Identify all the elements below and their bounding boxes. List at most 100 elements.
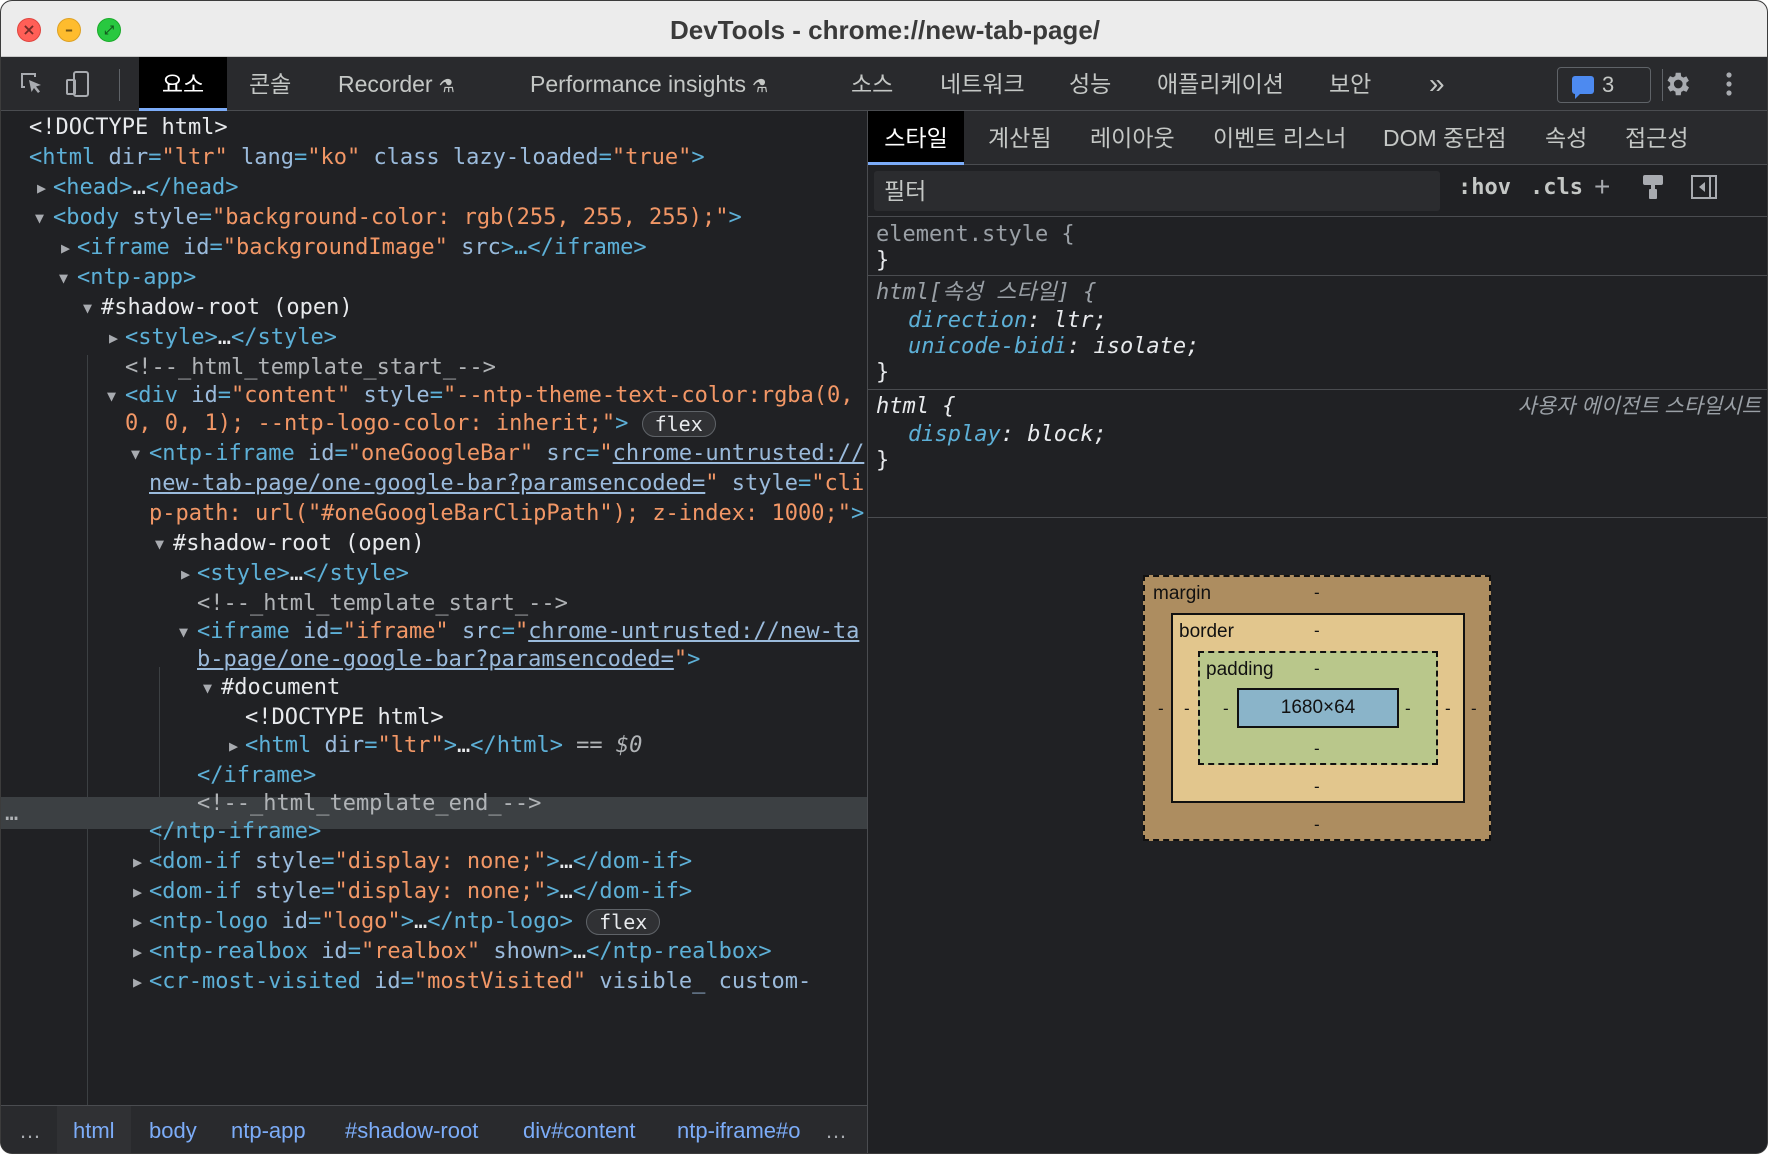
breadcrumb-item-body[interactable]: body [149,1118,197,1144]
tab-dom-breakpoints[interactable]: DOM 중단점 [1383,111,1507,165]
tree-line-head[interactable]: <head>…</head> [53,173,238,203]
expand-arrow-icon[interactable]: ▶ [61,233,70,263]
tree-line-document[interactable]: #document [221,673,340,703]
expand-arrow-icon[interactable]: ▶ [181,559,190,589]
tree-line-iframe-cont[interactable]: b-page/one-google-bar?paramsencoded="> [197,645,700,675]
src-link[interactable]: new-tab-page/one-google-bar?paramsencode… [149,471,705,496]
margin-right-value[interactable]: - [1471,699,1477,719]
expand-arrow-icon[interactable]: ▶ [133,967,142,997]
tree-line-ntp-iframe[interactable]: <ntp-iframe id="oneGoogleBar" src="chrom… [149,439,864,469]
breadcrumb-item-html[interactable]: html [57,1106,131,1153]
tree-line-ntp-iframe-cont[interactable]: new-tab-page/one-google-bar?paramsencode… [149,469,864,499]
collapse-arrow-icon[interactable]: ▼ [155,529,164,559]
padding-left-value[interactable]: - [1223,699,1229,719]
breadcrumb-item-shadow-root[interactable]: #shadow-root [345,1118,478,1144]
inspect-element-icon[interactable] [17,70,47,100]
margin-top-value[interactable]: - [1314,583,1320,603]
border-left-value[interactable]: - [1184,699,1190,719]
tree-line-dom-if-2[interactable]: <dom-if style="display: none;">…</dom-if… [149,877,692,907]
new-style-rule-icon[interactable]: + [1594,171,1610,203]
tree-line-ntp-iframe-close[interactable]: </ntp-iframe> [149,817,321,847]
breadcrumb-item-ntp-app[interactable]: ntp-app [231,1118,306,1144]
src-link[interactable]: chrome-untrusted://new-ta [528,619,859,644]
tab-properties[interactable]: 속성 [1545,111,1587,165]
expand-arrow-icon[interactable]: ▶ [109,323,118,353]
collapse-arrow-icon[interactable]: ▼ [107,381,116,411]
border-right-value[interactable]: - [1445,699,1451,719]
rule-html-attributes[interactable]: html[속성 스타일] { direction: ltr; unicode-b… [868,277,1767,387]
toggle-sidebar-icon[interactable] [1690,173,1718,208]
tree-line-iframe-close[interactable]: </iframe> [197,761,316,791]
collapse-arrow-icon[interactable]: ▼ [83,293,92,323]
tab-security[interactable]: 보안 [1329,57,1371,111]
tab-application[interactable]: 애플리케이션 [1157,57,1284,111]
tab-styles[interactable]: 스타일 [868,111,964,165]
rule-element-style[interactable]: element.style { } [868,217,1767,275]
collapse-arrow-icon[interactable]: ▼ [179,617,188,647]
issues-counter-button[interactable]: 3 [1557,67,1651,103]
tree-line-iframe-bg[interactable]: <iframe id="backgroundImage" src>…</ifra… [77,233,647,263]
styles-filter-input[interactable]: 필터 [874,171,1440,211]
tree-line-div-content[interactable]: <div id="content" style="--ntp-theme-tex… [125,381,854,411]
decl-direction[interactable]: direction: ltr; [908,307,1107,335]
tree-line-doctype-2[interactable]: <!DOCTYPE html> [245,703,444,733]
tab-elements[interactable]: 요소 [139,57,227,111]
tree-line-html[interactable]: <html dir="ltr" lang="ko" class lazy-loa… [29,143,705,173]
tab-recorder[interactable]: Recorder ⚗ [338,57,455,111]
collapse-arrow-icon[interactable]: ▼ [35,203,44,233]
tree-line-style-2[interactable]: <style>…</style> [197,559,409,589]
tab-performance-insights[interactable]: Performance insights ⚗ [530,57,768,111]
flex-badge[interactable]: flex [586,909,661,935]
expand-arrow-icon[interactable]: ▶ [133,847,142,877]
expand-arrow-icon[interactable]: ▶ [133,937,142,967]
settings-gear-icon[interactable] [1662,69,1692,99]
tab-console[interactable]: 콘솔 [249,57,291,111]
padding-top-value[interactable]: - [1314,659,1320,679]
border-bottom-value[interactable]: - [1314,777,1320,797]
kebab-menu-icon[interactable] [1719,70,1739,100]
src-link[interactable]: chrome-untrusted:// [613,441,865,466]
tree-line-doctype[interactable]: <!DOCTYPE html> [29,113,228,143]
decl-display[interactable]: display: block; [908,421,1107,449]
breadcrumb-scroll-left[interactable]: … [19,1118,41,1144]
expand-arrow-icon[interactable]: ▶ [133,907,142,937]
padding-bottom-value[interactable]: - [1314,739,1320,759]
collapse-arrow-icon[interactable]: ▼ [131,439,140,469]
tree-line-style[interactable]: <style>…</style> [125,323,337,353]
breadcrumb-item-div-content[interactable]: div#content [523,1118,636,1144]
device-toolbar-icon[interactable] [63,70,93,100]
tree-line-div-content-cont[interactable]: 0, 0, 1); --ntp-logo-color: inherit;"> f… [125,409,716,439]
tree-line-ntp-iframe-cont2[interactable]: p-path: url("#oneGoogleBarClipPath"); z-… [149,499,864,529]
tab-event-listeners[interactable]: 이벤트 리스너 [1213,111,1346,165]
src-link[interactable]: b-page/one-google-bar?paramsencoded= [197,647,674,672]
flex-badge[interactable]: flex [641,411,716,437]
tree-line-body[interactable]: <body style="background-color: rgb(255, … [53,203,742,233]
row-menu-icon[interactable]: … [5,799,18,829]
tab-performance[interactable]: 성능 [1069,57,1111,111]
margin-left-value[interactable]: - [1158,699,1164,719]
tree-line-comment-end[interactable]: <!--_html_template_end_--> [197,789,541,819]
breadcrumb-scroll-right[interactable]: … [825,1118,847,1144]
expand-arrow-icon[interactable]: ▶ [37,173,46,203]
cls-button[interactable]: .cls [1530,175,1583,200]
more-tabs-button[interactable]: » [1429,57,1445,111]
expand-arrow-icon[interactable]: ▶ [229,731,238,761]
tab-computed[interactable]: 계산됨 [988,111,1051,165]
border-top-value[interactable]: - [1314,621,1320,641]
tree-line-shadow-root[interactable]: #shadow-root (open) [101,293,353,323]
tree-line-ntp-realbox[interactable]: <ntp-realbox id="realbox" shown>…</ntp-r… [149,937,772,967]
hov-button[interactable]: :hov [1458,175,1511,200]
rule-html-user-agent[interactable]: html { 사용자 에이전트 스타일시트 display: block; } [868,391,1767,475]
tree-line-shadow-root-2[interactable]: #shadow-root (open) [173,529,425,559]
expand-arrow-icon[interactable]: ▶ [133,877,142,907]
tree-line-most-visited[interactable]: <cr-most-visited id="mostVisited" visibl… [149,967,811,997]
collapse-arrow-icon[interactable]: ▼ [59,263,68,293]
breadcrumb-item-ntp-iframe[interactable]: ntp-iframe#o [677,1118,809,1144]
tree-line-iframe[interactable]: <iframe id="iframe" src="chrome-untruste… [197,617,859,647]
tree-line-html-selected[interactable]: <html dir="ltr">…</html> == $0 [245,731,642,761]
paint-roller-icon[interactable] [1640,173,1666,208]
collapse-arrow-icon[interactable]: ▼ [203,673,212,703]
tab-network[interactable]: 네트워크 [940,57,1025,111]
tree-line-comment-2[interactable]: <!--_html_template_start_--> [197,589,568,619]
tab-accessibility[interactable]: 접근성 [1625,111,1688,165]
